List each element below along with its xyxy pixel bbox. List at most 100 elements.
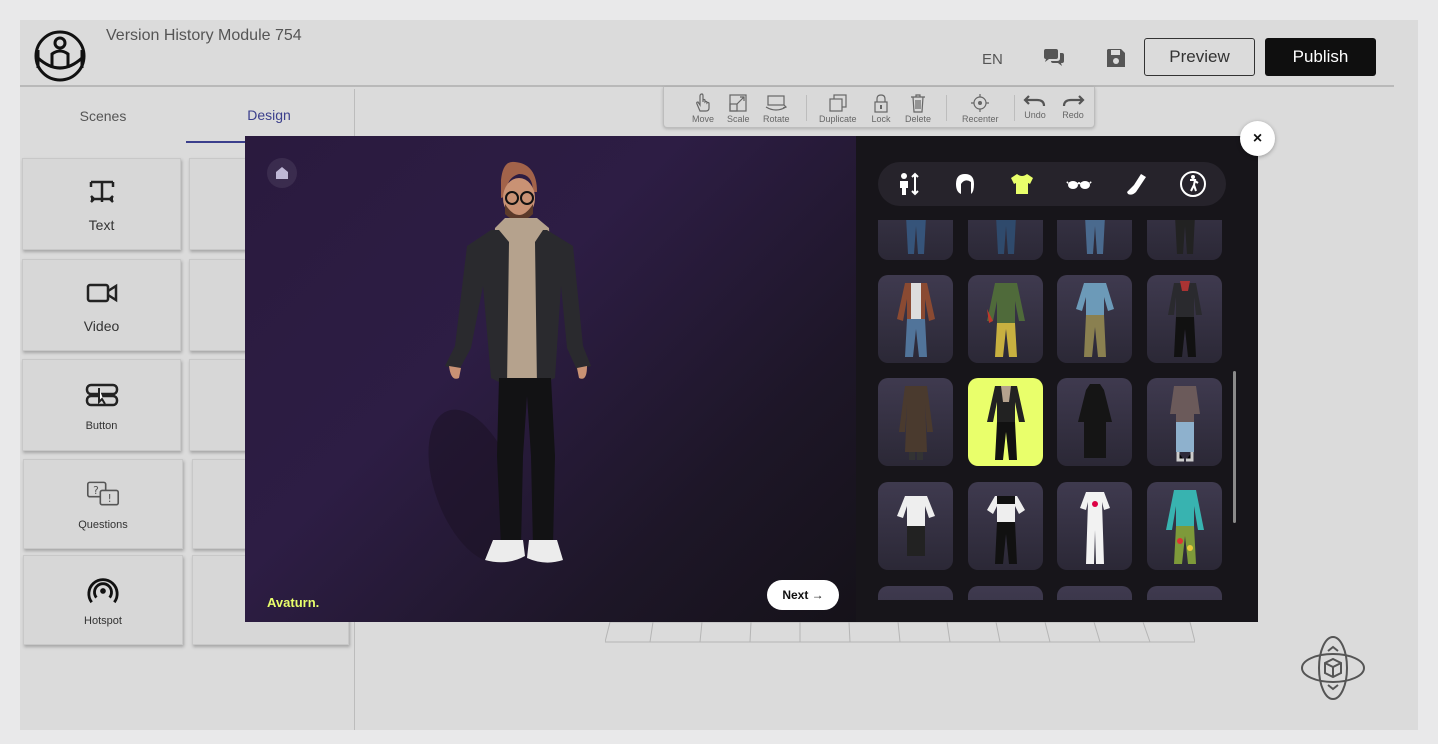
body-icon[interactable] (894, 170, 922, 198)
app-title: Version History Module 754 (106, 27, 302, 44)
outfit-item[interactable] (878, 220, 953, 260)
outfit-item[interactable] (1147, 220, 1222, 260)
customization-panel (856, 136, 1258, 622)
outfit-item[interactable] (878, 378, 953, 466)
toolbar-divider (806, 95, 807, 121)
tile-label: Text (88, 217, 115, 233)
outfit-grid (878, 220, 1228, 600)
toolbar-move[interactable]: Move (692, 93, 714, 124)
button-icon (85, 378, 119, 412)
close-button[interactable]: × (1240, 121, 1275, 156)
toolbar-label: Move (692, 114, 715, 124)
tile-hotspot[interactable]: Hotspot (23, 555, 183, 645)
top-bar: Version History Module 754 EN Preview Pu… (20, 20, 1394, 87)
shoes-icon[interactable] (1122, 170, 1150, 198)
tile-video[interactable]: Video (22, 259, 181, 351)
glasses-icon[interactable] (1065, 170, 1093, 198)
outfit-item[interactable] (878, 275, 953, 363)
tile-questions[interactable]: ?! Questions (23, 459, 183, 549)
language-selector[interactable]: EN (982, 51, 1003, 68)
app-logo-icon[interactable] (32, 28, 88, 84)
tab-design[interactable]: Design (186, 89, 352, 143)
scale-icon (729, 94, 747, 112)
outfit-item[interactable] (968, 586, 1043, 600)
svg-text:!: ! (107, 492, 111, 505)
outfit-item[interactable] (1147, 275, 1222, 363)
trash-icon (911, 94, 925, 113)
lock-icon (874, 94, 888, 113)
outfit-scrollbar[interactable] (1233, 371, 1236, 523)
toolbar-label: Recenter (962, 114, 999, 124)
toolbar-duplicate[interactable]: Duplicate (819, 93, 857, 124)
recenter-icon (971, 94, 990, 112)
save-icon[interactable] (1106, 48, 1126, 68)
outfit-item[interactable] (878, 586, 953, 600)
avatar-preview-stage: Avaturn. Next → (245, 136, 856, 622)
outfit-item[interactable] (1057, 586, 1132, 600)
toolbar-label: Undo (1024, 110, 1046, 120)
outfit-item[interactable] (1147, 378, 1222, 466)
outfit-item[interactable] (1147, 586, 1222, 600)
toolbar-label: Delete (905, 114, 932, 124)
toolbar-label: Scale (727, 114, 750, 124)
outfit-item[interactable] (968, 482, 1043, 570)
hand-icon (696, 93, 710, 112)
tile-label: Hotspot (84, 615, 122, 627)
rotate-icon (765, 95, 788, 111)
tile-text[interactable]: Text (22, 158, 181, 250)
toolbar-recenter[interactable]: Recenter (962, 93, 999, 124)
outfit-item[interactable] (1057, 275, 1132, 363)
outfit-item[interactable] (1057, 378, 1132, 466)
outfit-item[interactable] (968, 275, 1043, 363)
avaturn-logo: Avaturn. (267, 595, 320, 610)
animation-icon[interactable] (1179, 170, 1207, 198)
toolbar-redo[interactable]: Redo (1061, 93, 1085, 120)
tab-scenes[interactable]: Scenes (20, 89, 186, 143)
outfit-item-selected[interactable] (968, 378, 1043, 466)
category-bar (878, 162, 1226, 206)
toolbar-divider (946, 95, 947, 121)
outfit-item[interactable] (878, 482, 953, 570)
avatar-figure (428, 161, 591, 563)
tile-hidden[interactable] (189, 359, 249, 451)
next-button[interactable]: Next → (767, 580, 839, 610)
redo-icon (1062, 95, 1085, 107)
svg-text:?: ? (93, 484, 99, 497)
duplicate-icon (829, 94, 847, 112)
tile-label: Questions (78, 519, 128, 531)
hotspot-icon (86, 573, 120, 607)
questions-icon: ?! (86, 477, 120, 511)
tile-label: Button (85, 420, 118, 432)
toolbar-label: Rotate (763, 114, 790, 124)
tile-button[interactable]: Button (22, 359, 181, 451)
toolbar-divider (1014, 95, 1015, 121)
chat-icon[interactable] (1043, 49, 1065, 67)
outfit-icon[interactable] (1008, 170, 1036, 198)
publish-button[interactable]: Publish (1265, 38, 1376, 76)
outfit-item[interactable] (1057, 220, 1132, 260)
hair-icon[interactable] (951, 170, 979, 198)
tile-hidden[interactable] (192, 459, 252, 549)
floor-grid (605, 621, 1195, 643)
home-icon (276, 167, 288, 179)
transform-toolbar: Move Scale Rotate Duplicate Lock Delete … (663, 87, 1095, 128)
tile-hidden[interactable] (189, 259, 249, 351)
tile-label: Video (83, 318, 120, 334)
toolbar-label: Redo (1062, 110, 1084, 120)
toolbar-delete[interactable]: Delete (905, 93, 931, 124)
toolbar-scale[interactable]: Scale (727, 93, 750, 124)
tile-hidden[interactable] (189, 158, 249, 250)
home-button[interactable] (267, 158, 297, 188)
view-orientation-icon[interactable] (1300, 635, 1366, 701)
text-icon (85, 175, 119, 209)
preview-button[interactable]: Preview (1144, 38, 1255, 76)
toolbar-rotate[interactable]: Rotate (763, 93, 790, 124)
outfit-item[interactable] (1057, 482, 1132, 570)
toolbar-label: Duplicate (819, 114, 857, 124)
toolbar-lock[interactable]: Lock (871, 93, 891, 124)
toolbar-label: Lock (871, 114, 891, 124)
avatar-editor-modal: Avaturn. Next → (245, 136, 1258, 622)
outfit-item[interactable] (968, 220, 1043, 260)
outfit-item[interactable] (1147, 482, 1222, 570)
toolbar-undo[interactable]: Undo (1023, 93, 1047, 120)
